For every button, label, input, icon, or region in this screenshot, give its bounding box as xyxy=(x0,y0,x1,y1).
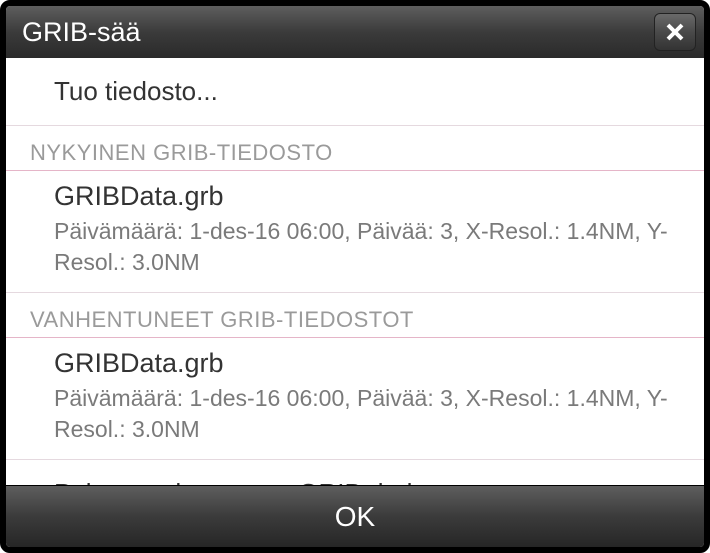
expired-file-section-header: VANHENTUNEET GRIB-TIEDOSTOT xyxy=(6,293,704,338)
expired-file-meta: Päivämäärä: 1-des-16 06:00, Päivää: 3, X… xyxy=(54,383,680,445)
close-icon xyxy=(665,22,685,42)
current-file-name: GRIBData.grb xyxy=(54,181,680,212)
close-button[interactable] xyxy=(654,13,696,51)
delete-expired-button[interactable]: Poista vanhentuneet GRIB-tiedostot xyxy=(6,460,704,485)
ok-button[interactable]: OK xyxy=(6,485,704,547)
ok-label: OK xyxy=(335,501,375,533)
dialog-title: GRIB-sää xyxy=(22,17,141,48)
current-file-section-header: NYKYINEN GRIB-TIEDOSTO xyxy=(6,126,704,171)
import-file-label: Tuo tiedosto... xyxy=(54,76,218,106)
import-file-button[interactable]: Tuo tiedosto... xyxy=(6,58,704,126)
dialog-content: Tuo tiedosto... NYKYINEN GRIB-TIEDOSTO G… xyxy=(6,58,704,485)
delete-expired-label: Poista vanhentuneet GRIB-tiedostot xyxy=(54,478,469,485)
current-file-meta: Päivämäärä: 1-des-16 06:00, Päivää: 3, X… xyxy=(54,216,680,278)
expired-grib-file-item[interactable]: GRIBData.grb Päivämäärä: 1-des-16 06:00,… xyxy=(6,338,704,460)
current-grib-file-item[interactable]: GRIBData.grb Päivämäärä: 1-des-16 06:00,… xyxy=(6,171,704,293)
titlebar: GRIB-sää xyxy=(6,6,704,58)
grib-weather-dialog: GRIB-sää Tuo tiedosto... NYKYINEN GRIB-T… xyxy=(0,0,710,553)
expired-file-name: GRIBData.grb xyxy=(54,348,680,379)
